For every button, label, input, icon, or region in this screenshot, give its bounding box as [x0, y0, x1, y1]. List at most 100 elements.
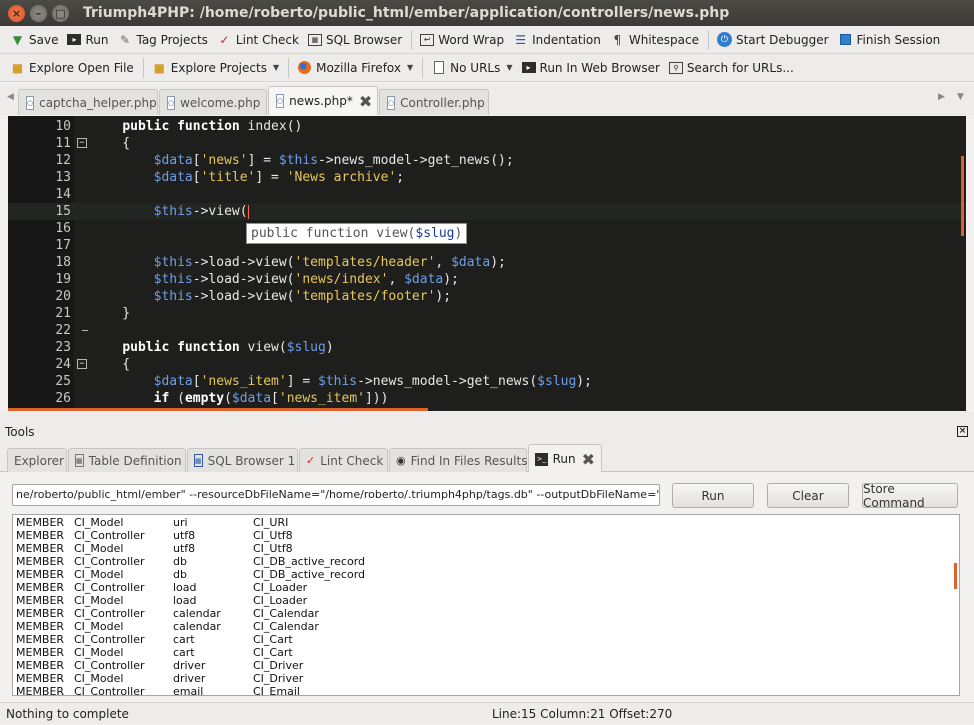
- tab-captcha-helper[interactable]: ○ captcha_helper.php: [18, 89, 158, 115]
- output-cell: db: [173, 555, 187, 568]
- tab-table-definition[interactable]: ▦ Table Definition: [68, 448, 186, 472]
- output-cell: CI_Cart: [253, 633, 293, 646]
- code-line[interactable]: 17: [8, 237, 966, 254]
- window-minimize-button[interactable]: –: [30, 4, 47, 22]
- code-line[interactable]: 19 $this->load->view('news/index', $data…: [8, 271, 966, 288]
- run-output[interactable]: MEMBER CI_Model uri CI_URI MEMBER CI_Controll…: [12, 514, 960, 696]
- output-cell: CI_Controller: [74, 633, 145, 646]
- code-line[interactable]: 24− {: [8, 356, 966, 373]
- tab-welcome[interactable]: ○ welcome.php: [159, 89, 267, 115]
- tab-scroll-right-icon[interactable]: ▶: [938, 92, 945, 102]
- output-cell: CI_Driver: [253, 659, 304, 672]
- terminal-icon: >_: [535, 452, 548, 466]
- code-line[interactable]: 12 $data['news'] = $this->news_model->ge…: [8, 152, 966, 169]
- finish-session-button[interactable]: Finish Session: [834, 29, 946, 51]
- output-cell: email: [173, 685, 204, 696]
- code-line[interactable]: 25 $data['news_item'] = $this->news_mode…: [8, 373, 966, 390]
- store-command-button[interactable]: Store Command: [862, 482, 958, 510]
- fold-toggle-icon[interactable]: −: [77, 138, 87, 148]
- output-cell: CI_Loader: [253, 594, 308, 607]
- browser-select-button[interactable]: Mozilla Firefox ▼: [293, 57, 418, 79]
- code-editor[interactable]: 10 public function index() 11− {12 $data[…: [8, 116, 966, 411]
- code-line[interactable]: 21 }: [8, 305, 966, 322]
- code-line[interactable]: 11− {: [8, 135, 966, 152]
- tag-projects-button[interactable]: ✎ Tag Projects: [113, 29, 212, 51]
- indentation-button[interactable]: ☰ Indentation: [509, 29, 606, 51]
- code-line[interactable]: 16: [8, 220, 966, 237]
- run-button[interactable]: ▸ Run: [63, 29, 113, 51]
- panel-splitter[interactable]: [0, 412, 974, 422]
- code-text: if (empty($data['news_item'])): [91, 390, 389, 407]
- close-tab-icon[interactable]: ✖: [359, 92, 372, 111]
- run-web-icon: ▸: [521, 62, 536, 73]
- clear-button[interactable]: Clear: [767, 483, 849, 508]
- tools-panel-header: Tools ×: [0, 422, 974, 442]
- line-number: 26: [55, 391, 71, 406]
- tab-run[interactable]: >_ Run ✖: [528, 444, 602, 473]
- toolbar-separator: [288, 57, 290, 78]
- dropdown-arrow-icon[interactable]: ▼: [407, 63, 413, 72]
- code-line[interactable]: 14: [8, 186, 966, 203]
- code-token: );: [443, 272, 459, 287]
- tab-explorer[interactable]: Explorer: [7, 448, 67, 472]
- search-for-urls-button[interactable]: ⚲ Search for URLs...: [665, 57, 799, 79]
- dropdown-arrow-icon[interactable]: ▼: [506, 63, 512, 72]
- word-wrap-icon: ↩: [420, 33, 435, 46]
- tab-lint-check[interactable]: ✓ Lint Check: [299, 448, 388, 472]
- close-tab-icon[interactable]: ✖: [582, 450, 595, 469]
- code-text: $this->load->view('templates/header', $d…: [91, 254, 506, 271]
- lint-check-button[interactable]: ✓ Lint Check: [213, 29, 304, 51]
- toolbar-separator: [707, 29, 709, 50]
- code-line[interactable]: 18 $this->load->view('templates/header',…: [8, 254, 966, 271]
- table-icon: ▦: [75, 454, 84, 467]
- window-close-button[interactable]: ×: [8, 4, 25, 22]
- output-cell: MEMBER: [16, 516, 65, 529]
- explore-projects-button[interactable]: ■ Explore Projects ▼: [148, 57, 284, 79]
- fold-toggle-icon[interactable]: −: [77, 359, 87, 369]
- horizontal-scrollbar[interactable]: [8, 408, 428, 411]
- run-in-web-browser-button[interactable]: ▸ Run In Web Browser: [518, 57, 665, 79]
- code-line[interactable]: 22: [8, 322, 966, 339]
- output-cell: CI_Calendar: [253, 620, 319, 633]
- code-line[interactable]: 10 public function index(): [8, 118, 966, 135]
- tab-scroll-left-icon[interactable]: ◀: [7, 92, 14, 102]
- url-select-button[interactable]: No URLs ▼: [427, 57, 517, 79]
- code-token: $data: [153, 374, 193, 389]
- tab-controller[interactable]: ○ Controller.php: [379, 89, 489, 115]
- window-maximize-button[interactable]: □: [52, 4, 69, 22]
- tab-find-in-files-results[interactable]: ◉ Find In Files Results: [389, 448, 527, 472]
- code-token: ] =: [247, 153, 279, 168]
- output-cell: MEMBER: [16, 672, 65, 685]
- code-token: $slug: [537, 374, 577, 389]
- output-row: MEMBER CI_Controller db CI_DB_active_record: [16, 555, 946, 568]
- code-token: [: [192, 153, 201, 168]
- code-token: empty: [184, 391, 225, 406]
- line-number: 10: [55, 119, 71, 134]
- output-cell: MEMBER: [16, 542, 65, 555]
- folder-icon: ■: [153, 60, 165, 75]
- code-line[interactable]: 26 if (empty($data['news_item'])): [8, 390, 966, 407]
- tab-news[interactable]: ○ news.php* ✖: [268, 86, 378, 115]
- explore-open-file-button[interactable]: ■ Explore Open File: [6, 57, 139, 79]
- whitespace-button[interactable]: ¶ Whitespace: [606, 29, 704, 51]
- code-line[interactable]: 23 public function view($slug): [8, 339, 966, 356]
- word-wrap-button[interactable]: ↩ Word Wrap: [416, 29, 509, 51]
- code-line[interactable]: 13 $data['title'] = 'News archive';: [8, 169, 966, 186]
- start-debugger-button[interactable]: ⏻ Start Debugger: [713, 29, 834, 51]
- close-tools-panel-icon[interactable]: ×: [957, 426, 968, 437]
- tab-sql-browser-1[interactable]: ▦ SQL Browser 1: [187, 448, 298, 472]
- code-token: view(: [239, 340, 287, 355]
- sql-browser-button[interactable]: ▦ SQL Browser: [304, 29, 407, 51]
- dropdown-arrow-icon[interactable]: ▼: [273, 63, 279, 72]
- output-cell: CI_Controller: [74, 607, 145, 620]
- code-line[interactable]: 15 $this->view(: [8, 203, 966, 220]
- run-button[interactable]: Run: [672, 483, 754, 508]
- code-text: $data['news_item'] = $this->news_model->…: [91, 373, 592, 390]
- tab-list-icon[interactable]: ▼: [957, 92, 964, 102]
- save-button[interactable]: ▼ Save: [6, 29, 63, 51]
- code-line[interactable]: 20 $this->load->view('templates/footer')…: [8, 288, 966, 305]
- command-input[interactable]: ne/roberto/public_html/ember" --resource…: [12, 484, 660, 506]
- power-icon: ⏻: [716, 32, 732, 47]
